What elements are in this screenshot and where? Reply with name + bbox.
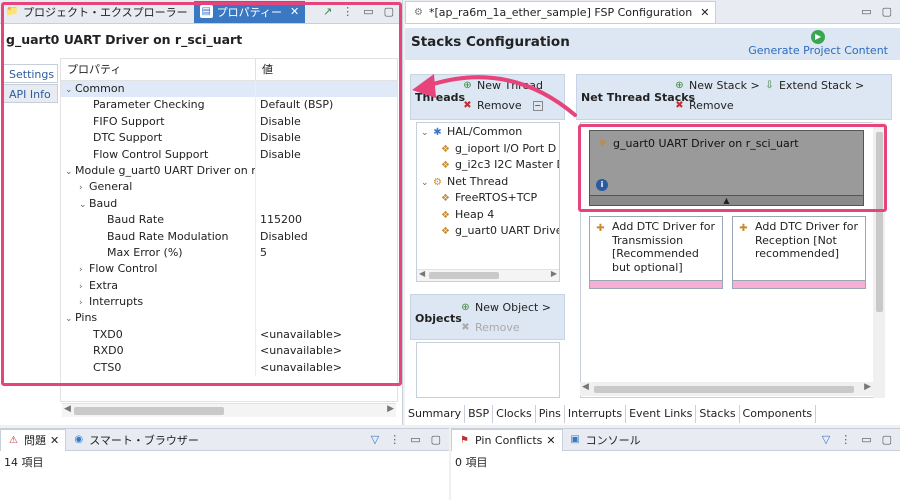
editor-tab-pins[interactable]: Pins (536, 405, 565, 423)
new-object-button[interactable]: ⊕ New Object > (459, 301, 551, 314)
close-icon[interactable]: ✕ (700, 6, 709, 19)
close-icon[interactable]: ✕ (50, 434, 59, 447)
generate-project-content-button[interactable]: ▶ Generate Project Content (748, 30, 888, 57)
objects-label: Objects (415, 312, 462, 325)
problems-view: ⚠ 問題 ✕ ◉ スマート・ブラウザー ▽ ⋮ ▭ ▢ 14 項目 (0, 428, 449, 500)
thread-icon: ⚙ (433, 176, 442, 188)
tab-fsp-configuration[interactable]: ⚙ *[ap_ra6m_1a_ether_sample] FSP Configu… (405, 0, 717, 23)
dtc-tx-footer (590, 280, 722, 288)
module-icon: ❖ (441, 143, 450, 155)
minimize-icon[interactable]: ▭ (861, 5, 871, 18)
minimize-icon[interactable]: ▭ (410, 433, 420, 446)
thread-tree-item[interactable]: ❖ g_ioport I/O Port D (417, 141, 559, 158)
add-object-icon: ⊕ (461, 302, 470, 313)
tab-problems[interactable]: ⚠ 問題 ✕ (0, 428, 67, 451)
net-thread-stacks-group: Net Thread Stacks ⊕ New Stack > ⇩ Extend… (576, 74, 892, 120)
tab-smart-browser[interactable]: ◉ スマート・ブラウザー (66, 429, 205, 451)
problems-tabbar: ⚠ 問題 ✕ ◉ スマート・ブラウザー ▽ ⋮ ▭ ▢ (0, 428, 449, 451)
module-icon: ❖ (441, 226, 450, 237)
editor-tab-interrupts[interactable]: Interrupts (565, 405, 627, 423)
stacks-config-title: Stacks Configuration (411, 34, 570, 50)
stacks-config-header: Stacks Configuration ▶ Generate Project … (405, 28, 900, 60)
thread-tree-label: Net Thread (447, 174, 509, 188)
console-icon: ▣ (570, 434, 580, 445)
tab-pin-conflicts[interactable]: ⚑ Pin Conflicts ✕ (451, 428, 563, 451)
thread-tree-label: FreeRTOS+TCP (455, 191, 538, 204)
extend-stack-button[interactable]: ⇩ Extend Stack > (763, 79, 864, 92)
add-stack-icon: ⊕ (675, 80, 684, 91)
filter-icon[interactable]: ▽ (371, 433, 379, 446)
stacks-hscrollbar[interactable]: ◀ ▶ (580, 382, 873, 396)
thread-tree-label: g_i2c3 I2C Master D (455, 158, 559, 171)
scrollbar-thumb[interactable] (74, 407, 224, 415)
editor-tab-clocks[interactable]: Clocks (493, 405, 536, 423)
new-stack-button[interactable]: ⊕ New Stack > (673, 79, 759, 92)
play-icon: ▶ (811, 30, 826, 44)
editor-tab-event-links[interactable]: Event Links (626, 405, 697, 423)
editor-tab-summary[interactable]: Summary (405, 405, 466, 423)
threads-tree: ⌄ ✱ HAL/Common ❖ g_ioport I/O Port D ❖ g_i2c3 … (416, 122, 560, 282)
thread-tree-item[interactable]: ❖ g_uart0 UART Drive (417, 223, 559, 240)
maximize-icon[interactable]: ▢ (882, 5, 892, 18)
extend-stack-icon: ⇩ (765, 80, 774, 91)
problems-icon: ⚠ (9, 434, 18, 446)
close-icon[interactable]: ✕ (546, 434, 555, 447)
pin-conflicts-icon: ⚑ (460, 434, 469, 446)
maximize-icon[interactable]: ▢ (431, 433, 441, 446)
remove-object-button[interactable]: ✖ Remove (459, 321, 519, 334)
dtc-tx-card[interactable]: ✚ Add DTC Driver for Transmission [Recom… (589, 216, 723, 289)
dtc-tx-label: Add DTC Driver for Transmission [Recomme… (612, 220, 715, 274)
highlight-arrow (412, 74, 577, 117)
dtc-rx-footer (733, 280, 865, 288)
dtc-rx-label: Add DTC Driver for Reception [Not recomm… (755, 220, 858, 260)
editor-tab-stacks[interactable]: Stacks (696, 405, 740, 423)
thread-tree-item[interactable]: ⌄ ⚙ Net Thread (417, 174, 559, 191)
gear-icon: ⚙ (414, 6, 423, 18)
dtc-rx-card[interactable]: ✚ Add DTC Driver for Reception [Not reco… (732, 216, 866, 289)
highlight-properties-box (1, 2, 402, 386)
threads-tree-items: ⌄ ✱ HAL/Common ❖ g_ioport I/O Port D ❖ g_i2c3 … (417, 123, 559, 240)
pin-conflicts-view: ⚑ Pin Conflicts ✕ ▣ コンソール ▽ ⋮ ▭ ▢ 0 項目 (451, 428, 900, 500)
remove-icon: ✖ (675, 100, 684, 111)
thread-tree-item[interactable]: ❖ Heap 4 (417, 207, 559, 224)
scrollbar-thumb[interactable] (594, 386, 854, 393)
module-icon: ❖ (441, 160, 450, 171)
editor-tab-bsp[interactable]: BSP (465, 405, 494, 423)
thread-tree-label: g_uart0 UART Drive (455, 224, 559, 237)
view-menu-icon[interactable]: ⋮ (389, 433, 400, 446)
thread-tree-label: g_ioport I/O Port D (455, 141, 557, 155)
minimize-icon[interactable]: ▭ (861, 433, 871, 446)
problems-count: 14 項目 (4, 456, 44, 469)
threads-hscrollbar[interactable]: ◀ ▶ (417, 269, 559, 281)
add-module-icon: ✚ (596, 223, 605, 234)
objects-group: Objects ⊕ New Object > ✖ Remove (410, 294, 565, 340)
tab-console[interactable]: ▣ コンソール (563, 429, 647, 451)
thread-tree-label: Heap 4 (455, 207, 495, 221)
thread-tree-item[interactable]: ❖ g_i2c3 I2C Master D (417, 157, 559, 174)
filter-icon[interactable]: ▽ (822, 433, 830, 446)
expand-down-icon[interactable]: ⌄ (421, 175, 431, 191)
scroll-right-icon[interactable]: ▶ (387, 404, 394, 414)
pin-conflicts-count: 0 項目 (455, 456, 488, 469)
editor-bottom-tabs: Summary BSP Clocks Pins Interrupts Event Link… (405, 405, 817, 423)
module-icon: ❖ (441, 209, 450, 221)
smart-browser-icon: ◉ (74, 434, 84, 445)
module-icon: ❖ (441, 193, 450, 204)
add-module-icon: ✚ (739, 223, 748, 234)
thread-tree-item[interactable]: ❖ FreeRTOS+TCP (417, 190, 559, 207)
highlight-module-box (578, 124, 887, 212)
maximize-icon[interactable]: ▢ (882, 433, 892, 446)
objects-list (416, 342, 560, 398)
scrollbar-thumb[interactable] (429, 272, 499, 279)
horizontal-scrollbar[interactable]: ◀ ▶ (62, 403, 396, 417)
remove-stack-button[interactable]: ✖ Remove (673, 99, 733, 112)
remove-icon: ✖ (461, 322, 470, 333)
editor-tab-components[interactable]: Components (740, 405, 817, 423)
view-menu-icon[interactable]: ⋮ (840, 433, 851, 446)
scroll-left-icon[interactable]: ◀ (64, 404, 71, 414)
pin-conflicts-tabbar: ⚑ Pin Conflicts ✕ ▣ コンソール ▽ ⋮ ▭ ▢ (451, 428, 900, 451)
right-tabbar: ⚙ *[ap_ra6m_1a_ether_sample] FSP Configu… (405, 0, 900, 24)
